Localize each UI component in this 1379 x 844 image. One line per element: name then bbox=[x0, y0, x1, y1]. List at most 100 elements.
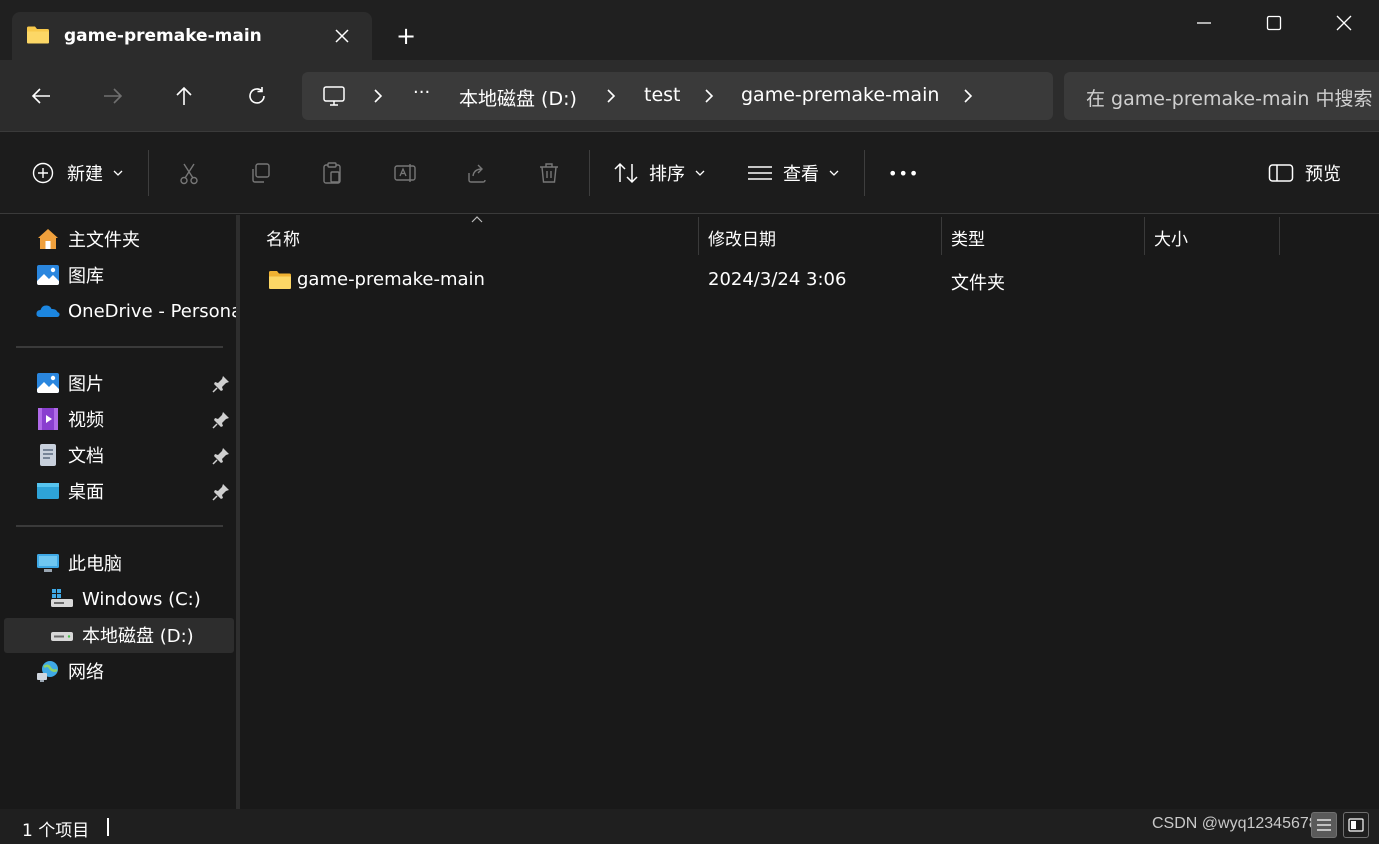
sidebar-item-label: Windows (C:) bbox=[82, 588, 201, 610]
windows-drive-icon bbox=[51, 589, 73, 607]
pin-icon[interactable] bbox=[212, 483, 230, 501]
column-header-name[interactable]: 名称 bbox=[266, 225, 300, 250]
sidebar-item-gallery[interactable]: 图库 bbox=[36, 259, 236, 291]
share-button[interactable] bbox=[462, 158, 492, 188]
file-name: game-premake-main bbox=[297, 269, 485, 290]
breadcrumb-test[interactable]: test bbox=[644, 84, 681, 106]
sidebar-item-label: 图片 bbox=[68, 374, 104, 395]
sidebar-item-videos[interactable]: 视频 bbox=[36, 403, 236, 435]
sidebar-item-label: 文档 bbox=[68, 446, 104, 467]
maximize-button[interactable] bbox=[1239, 0, 1309, 46]
navigation-pane: 主文件夹 图库 OneDrive - Persona 图片 视频 文档 桌面 此… bbox=[0, 215, 236, 809]
address-bar[interactable]: ··· 本地磁盘 (D:) test game-premake-main bbox=[302, 72, 1053, 120]
share-icon bbox=[468, 164, 486, 183]
minimize-icon bbox=[1197, 22, 1211, 24]
breadcrumb-game-premake-main[interactable]: game-premake-main bbox=[741, 84, 939, 106]
plus-circle-icon bbox=[32, 162, 54, 184]
cut-icon bbox=[180, 163, 198, 185]
copy-icon bbox=[252, 163, 270, 183]
sidebar-divider bbox=[16, 346, 223, 348]
file-type: 文件夹 bbox=[951, 273, 1005, 294]
refresh-button[interactable] bbox=[239, 78, 275, 114]
close-icon bbox=[335, 29, 349, 43]
column-header-type[interactable]: 类型 bbox=[951, 225, 985, 250]
pin-icon[interactable] bbox=[212, 375, 230, 393]
preview-pane-button[interactable]: 预览 bbox=[1268, 156, 1341, 190]
sidebar-item-documents[interactable]: 文档 bbox=[36, 439, 236, 471]
column-separator[interactable] bbox=[1279, 217, 1280, 255]
navigation-bar: ··· 本地磁盘 (D:) test game-premake-main 在 g… bbox=[0, 60, 1379, 132]
column-separator[interactable] bbox=[1144, 217, 1145, 255]
rename-icon bbox=[394, 164, 416, 182]
sidebar-item-this-pc[interactable]: 此电脑 bbox=[36, 547, 236, 579]
chevron-right-icon[interactable] bbox=[372, 88, 384, 104]
tiles-view-button[interactable] bbox=[1343, 812, 1369, 838]
item-count: 1 个项目 bbox=[22, 821, 90, 841]
view-button[interactable]: 查看 bbox=[747, 156, 839, 190]
close-window-button[interactable] bbox=[1309, 0, 1379, 46]
search-box[interactable]: 在 game-premake-main 中搜索 bbox=[1064, 72, 1379, 120]
tab-active[interactable]: game-premake-main bbox=[12, 12, 372, 60]
network-icon bbox=[37, 661, 58, 682]
videos-icon bbox=[38, 408, 58, 430]
csdn-watermark: CSDN @wyq1234567892 bbox=[1152, 815, 1336, 832]
chevron-right-icon[interactable] bbox=[703, 88, 715, 104]
sidebar-item-home[interactable]: 主文件夹 bbox=[36, 223, 236, 255]
rename-button[interactable] bbox=[390, 158, 420, 188]
delete-button[interactable] bbox=[534, 158, 564, 188]
up-button[interactable] bbox=[166, 78, 202, 114]
column-header-size[interactable]: 大小 bbox=[1154, 225, 1188, 250]
tiles-view-icon bbox=[1348, 818, 1364, 832]
column-header-modified[interactable]: 修改日期 bbox=[708, 225, 776, 250]
chevron-right-icon[interactable] bbox=[605, 88, 617, 104]
table-row[interactable]: game-premake-main 2024/3/24 3:06 文件夹 bbox=[262, 265, 1279, 297]
sidebar-item-label: 主文件夹 bbox=[68, 230, 140, 251]
copy-button[interactable] bbox=[245, 158, 275, 188]
pin-icon[interactable] bbox=[212, 447, 230, 465]
more-options-button[interactable]: ••• bbox=[888, 156, 919, 190]
minimize-button[interactable] bbox=[1169, 0, 1239, 46]
status-divider bbox=[107, 818, 109, 836]
local-drive-icon bbox=[51, 632, 73, 641]
sidebar-item-pictures[interactable]: 图片 bbox=[36, 367, 236, 399]
new-tab-button[interactable]: + bbox=[390, 20, 422, 52]
this-pc-icon bbox=[37, 554, 59, 572]
preview-label: 预览 bbox=[1305, 164, 1341, 185]
column-separator[interactable] bbox=[698, 217, 699, 255]
back-button[interactable] bbox=[23, 78, 59, 114]
computer-icon bbox=[323, 86, 345, 106]
sidebar-item-label: 此电脑 bbox=[68, 554, 122, 575]
pin-icon[interactable] bbox=[212, 411, 230, 429]
status-bar: 1 个项目 CSDN @wyq1234567892 bbox=[0, 809, 1379, 844]
folder-icon bbox=[269, 271, 291, 289]
breadcrumb-overflow[interactable]: ··· bbox=[413, 82, 430, 103]
new-button[interactable]: 新建 bbox=[32, 156, 123, 190]
close-tab-button[interactable] bbox=[328, 22, 356, 50]
sidebar-item-label: 桌面 bbox=[68, 482, 104, 503]
list-view-icon bbox=[748, 166, 772, 180]
cut-button[interactable] bbox=[174, 158, 204, 188]
folder-icon bbox=[27, 26, 49, 44]
paste-button[interactable] bbox=[317, 158, 347, 188]
home-icon bbox=[38, 229, 58, 249]
sort-icon bbox=[614, 162, 638, 184]
sidebar-item-label: 图库 bbox=[68, 266, 104, 287]
sidebar-item-drive-d[interactable]: 本地磁盘 (D:) bbox=[50, 619, 250, 651]
chevron-right-icon[interactable] bbox=[962, 88, 974, 104]
breadcrumb-local-disk-d[interactable]: 本地磁盘 (D:) bbox=[459, 84, 577, 111]
onedrive-icon bbox=[36, 305, 60, 317]
preview-pane-icon bbox=[1268, 164, 1294, 182]
sidebar-item-label: 网络 bbox=[68, 662, 104, 683]
details-view-button[interactable] bbox=[1311, 812, 1337, 838]
sidebar-item-drive-c[interactable]: Windows (C:) bbox=[50, 583, 250, 615]
sidebar-item-label: OneDrive - Persona bbox=[68, 300, 236, 322]
arrow-right-icon bbox=[104, 88, 123, 104]
sidebar-item-desktop[interactable]: 桌面 bbox=[36, 475, 236, 507]
column-separator[interactable] bbox=[941, 217, 942, 255]
sidebar-item-onedrive[interactable]: OneDrive - Persona bbox=[36, 295, 236, 327]
chevron-down-icon bbox=[113, 170, 123, 176]
search-placeholder: 在 game-premake-main 中搜索 bbox=[1086, 88, 1373, 110]
forward-button[interactable] bbox=[95, 78, 131, 114]
sort-button[interactable]: 排序 bbox=[613, 156, 705, 190]
sidebar-item-network[interactable]: 网络 bbox=[36, 655, 236, 687]
